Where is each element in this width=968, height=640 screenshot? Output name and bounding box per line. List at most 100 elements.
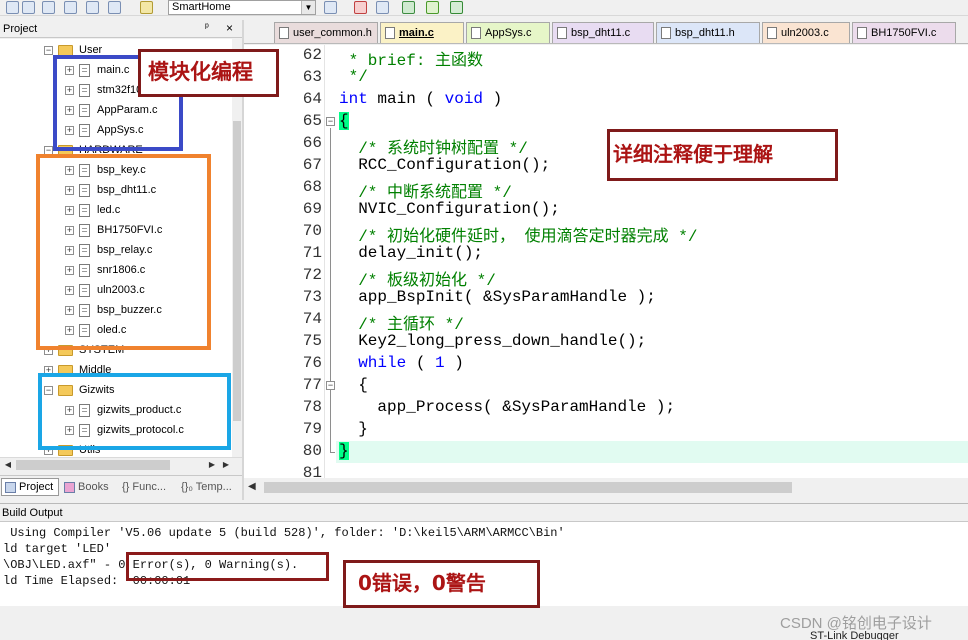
- code-line-73: app_BspInit( &SysParamHandle );: [339, 288, 656, 306]
- editor-horizontal-scrollbar[interactable]: ◀: [244, 478, 968, 496]
- select-pack-icon[interactable]: [376, 1, 389, 14]
- build-output-line: ld target 'LED': [3, 542, 112, 556]
- code-text: main (: [367, 90, 445, 108]
- line-number: 69: [302, 200, 322, 218]
- pack-installer-icon[interactable]: [402, 1, 415, 14]
- tab-functions[interactable]: {} Func...: [117, 478, 175, 496]
- tab-label: {}₀ Temp...: [181, 481, 232, 493]
- file-icon: [661, 27, 671, 39]
- file-icon: [279, 27, 289, 39]
- fold-end-mark: [330, 452, 335, 453]
- chevron-down-icon[interactable]: ▼: [301, 1, 315, 14]
- annotation-box-gizwits: [38, 373, 231, 450]
- build-output-title: Build Output: [2, 507, 63, 519]
- code-line-79: }: [339, 420, 368, 438]
- stop-build-icon[interactable]: [86, 1, 99, 14]
- tab-user-common-h[interactable]: user_common.h: [274, 22, 378, 43]
- scroll-right-icon[interactable]: ▶: [206, 459, 218, 471]
- target-select-value: SmartHome: [172, 1, 231, 13]
- build-output-line: Using Compiler 'V5.06 update 5 (build 52…: [3, 526, 565, 540]
- file-icon: [385, 27, 395, 39]
- file-icon: [767, 27, 777, 39]
- scroll-thumb[interactable]: [16, 460, 170, 470]
- tab-label: main.c: [399, 27, 434, 39]
- tab-uln2003-c[interactable]: uln2003.c: [762, 22, 850, 43]
- tab-bsp-dht11-h[interactable]: bsp_dht11.h: [656, 22, 760, 43]
- options-icon[interactable]: [324, 1, 337, 14]
- code-line-66: /* 系统时钟树配置 */: [339, 140, 528, 158]
- target-options-icon[interactable]: [108, 1, 121, 14]
- manage-components-icon[interactable]: [354, 1, 367, 14]
- tab-label: {} Func...: [122, 481, 167, 493]
- tab-main-c[interactable]: main.c: [380, 22, 464, 43]
- line-number: 77: [302, 376, 322, 394]
- fold-guide-line: [330, 128, 331, 452]
- load-icon[interactable]: [140, 1, 153, 14]
- pin-icon[interactable]: ᵖ: [205, 22, 209, 33]
- line-number: 73: [302, 288, 322, 306]
- scroll-left-icon[interactable]: ◀: [2, 459, 14, 471]
- fold-collapse-icon[interactable]: −: [326, 117, 335, 126]
- code-line-76: while ( 1 ): [339, 354, 464, 372]
- scroll-thumb[interactable]: [264, 482, 792, 493]
- debug-icon[interactable]: [450, 1, 463, 14]
- code-line-62: * brief: 主函数: [339, 52, 484, 70]
- build-icon[interactable]: [6, 1, 19, 14]
- code-line-68: /* 中断系统配置 */: [339, 184, 512, 202]
- tab-label: bsp_dht11.h: [675, 27, 735, 39]
- project-icon: [5, 482, 16, 493]
- tab-templates[interactable]: {}₀ Temp...: [176, 478, 238, 496]
- collapse-icon[interactable]: −: [44, 45, 53, 55]
- line-number: 66: [302, 134, 322, 152]
- line-number: 71: [302, 244, 322, 262]
- number-literal: 1: [435, 354, 445, 372]
- build-output-header: Build Output: [0, 503, 968, 521]
- diamond-icon[interactable]: [426, 1, 439, 14]
- target-select[interactable]: SmartHome ▼: [168, 0, 316, 15]
- batch-build-icon[interactable]: [42, 1, 55, 14]
- file-icon: [857, 27, 867, 39]
- close-icon[interactable]: ×: [226, 21, 233, 35]
- tab-bh1750fvi-c[interactable]: BH1750FVI.c: [852, 22, 956, 43]
- project-horizontal-scrollbar[interactable]: ◀ ▶ ▶: [0, 457, 242, 471]
- code-line-64: int main ( void ): [339, 90, 502, 108]
- rebuild-icon[interactable]: [22, 1, 35, 14]
- keil-ide-window: SmartHome ▼ Project ᵖ × − User + main.c +…: [0, 0, 968, 640]
- code-line-77: {: [339, 376, 368, 394]
- code-line-70: /* 初始化硬件延时， 使用滴答定时器完成 */: [339, 228, 698, 246]
- line-number: 79: [302, 420, 322, 438]
- tab-bsp-dht11-c[interactable]: bsp_dht11.c: [552, 22, 654, 43]
- line-number: 81: [302, 464, 322, 478]
- scroll-thumb[interactable]: [233, 121, 241, 421]
- line-number: 75: [302, 332, 322, 350]
- code-line-75: Key2_long_press_down_handle();: [339, 332, 647, 350]
- scroll-end-icon[interactable]: ▶: [220, 459, 232, 471]
- annotation-modular: 模块化编程: [138, 49, 279, 97]
- project-vertical-scrollbar[interactable]: [232, 39, 242, 457]
- code-text: ): [444, 354, 464, 372]
- tab-label: Project: [19, 481, 54, 493]
- tab-appsys-c[interactable]: AppSys.c: [466, 22, 550, 43]
- code-line-74: /* 主循环 */: [339, 316, 464, 334]
- file-icon: [557, 27, 567, 39]
- annotation-errors: 0错误，0警告: [343, 560, 540, 608]
- line-number: 74: [302, 310, 322, 328]
- line-number: 76: [302, 354, 322, 372]
- keyword: while: [358, 354, 407, 372]
- books-icon: [64, 482, 75, 493]
- code-line-80: }: [339, 442, 349, 460]
- code-line-72: /* 板级初始化 */: [339, 272, 496, 290]
- annotation-comments: 详细注释便于理解: [607, 129, 838, 181]
- tab-label: user_common.h: [293, 27, 372, 39]
- tab-project[interactable]: Project: [1, 478, 59, 496]
- tab-books[interactable]: Books: [60, 478, 116, 496]
- project-panel-tabs: Project Books {} Func... {}₀ Temp...: [0, 475, 242, 497]
- fold-collapse-icon[interactable]: −: [326, 381, 335, 390]
- download-icon[interactable]: [64, 1, 77, 14]
- tab-label: bsp_dht11.c: [571, 27, 631, 39]
- tab-label: Books: [78, 481, 109, 493]
- keyword: void: [444, 90, 484, 108]
- code-line-71: delay_init();: [339, 244, 484, 262]
- scroll-left-icon[interactable]: ◀: [248, 481, 256, 492]
